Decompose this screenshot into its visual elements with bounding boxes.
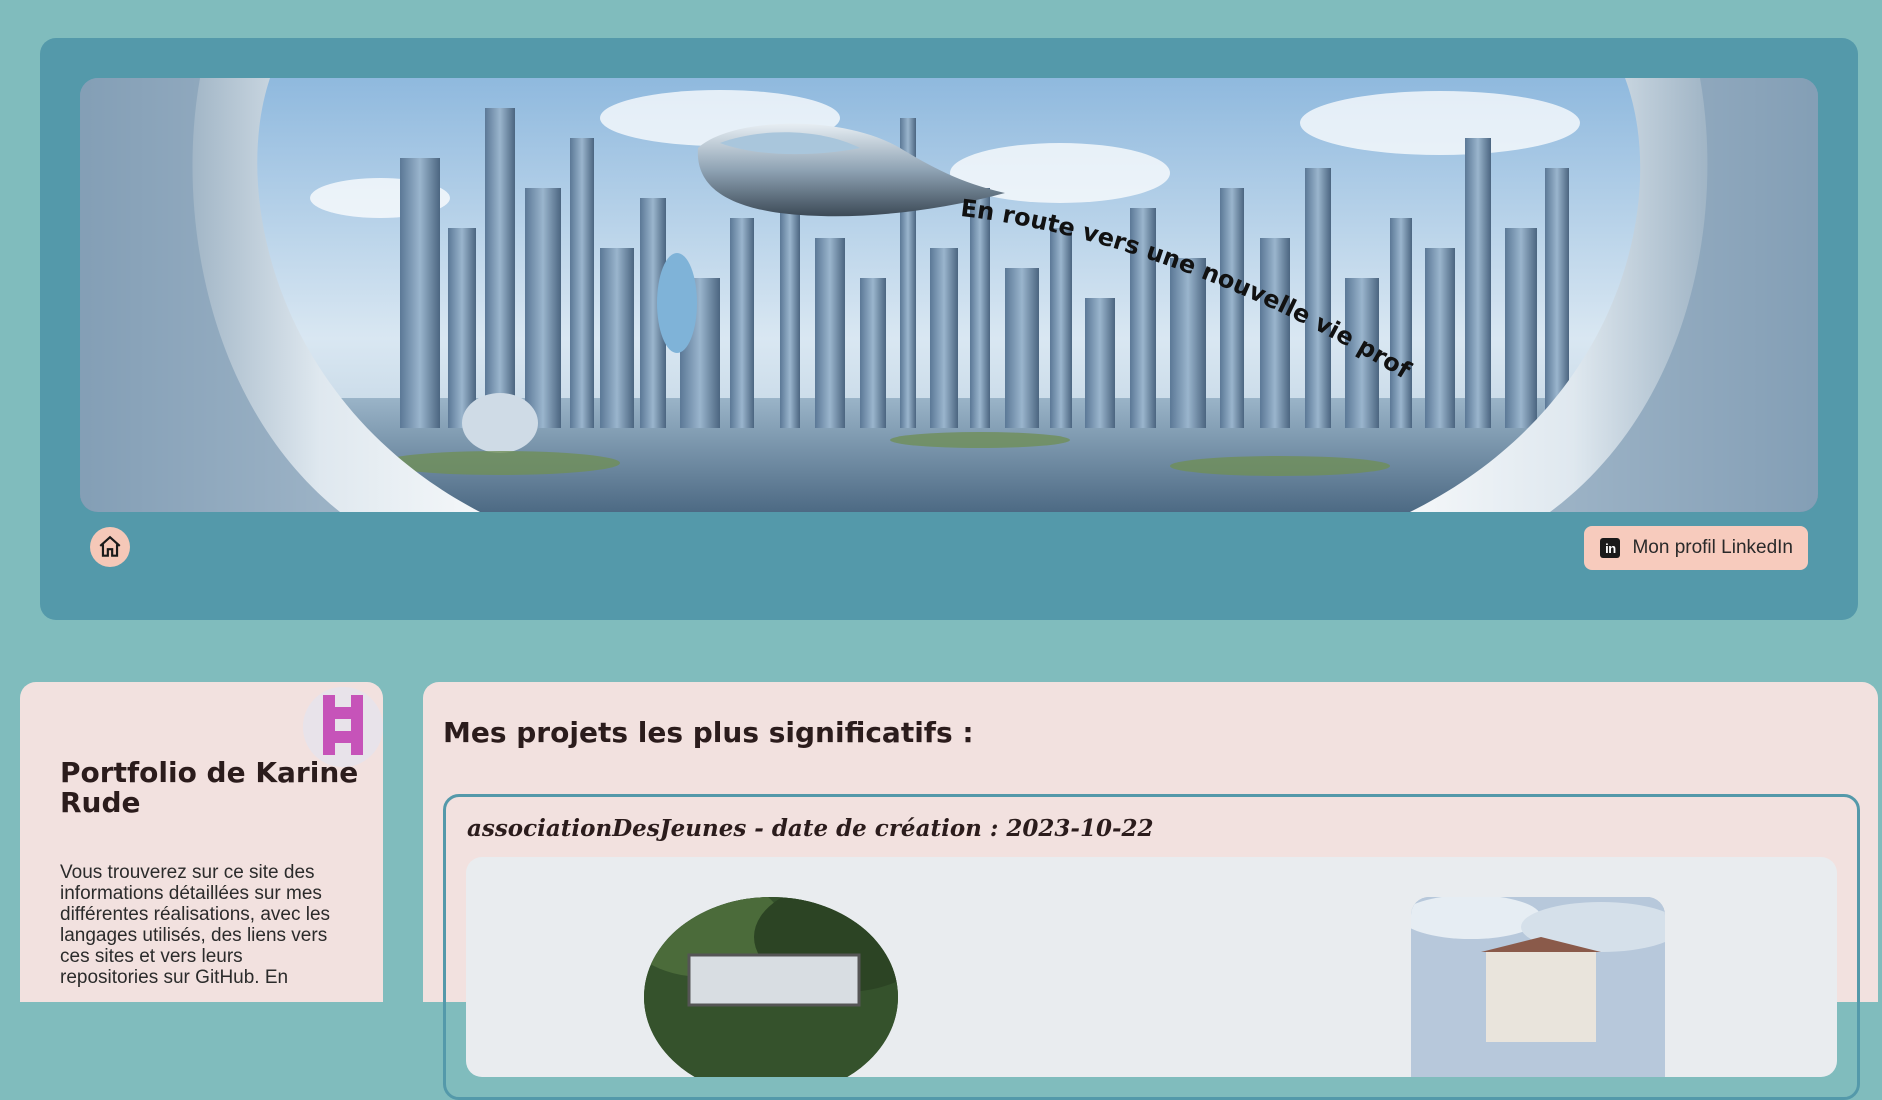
banner-image: En route vers une nouvelle vie professio… (80, 78, 1818, 512)
building-photo (1411, 897, 1665, 1077)
linkedin-profile-button[interactable]: in Mon profil LinkedIn (1584, 526, 1808, 570)
project-screenshot-1[interactable] (644, 897, 898, 1077)
linkedin-icon: in (1600, 538, 1621, 558)
project-card: associationDesJeunes - date de création … (443, 794, 1860, 1100)
project-gallery (466, 857, 1837, 1077)
home-button[interactable] (90, 527, 130, 567)
project-title[interactable]: associationDesJeunes - date de création … (467, 815, 1154, 842)
trees-sign-photo (644, 897, 898, 1077)
header-card: En route vers une nouvelle vie professio… (40, 38, 1858, 620)
avatar (303, 687, 383, 767)
project-screenshot-2[interactable] (1411, 897, 1665, 1077)
site-title: Portfolio de Karine Rude (60, 756, 359, 819)
projects-panel: Mes projets les plus significatifs : ass… (423, 682, 1878, 1100)
projects-heading: Mes projets les plus significatifs : (443, 716, 974, 749)
futuristic-city-illustration: En route vers une nouvelle vie professio… (80, 78, 1818, 512)
linkedin-button-label: Mon profil LinkedIn (1632, 537, 1793, 558)
avatar-identicon (303, 687, 383, 767)
intro-text: Vous trouverez sur ce site des informati… (60, 862, 331, 988)
home-icon (99, 535, 121, 557)
